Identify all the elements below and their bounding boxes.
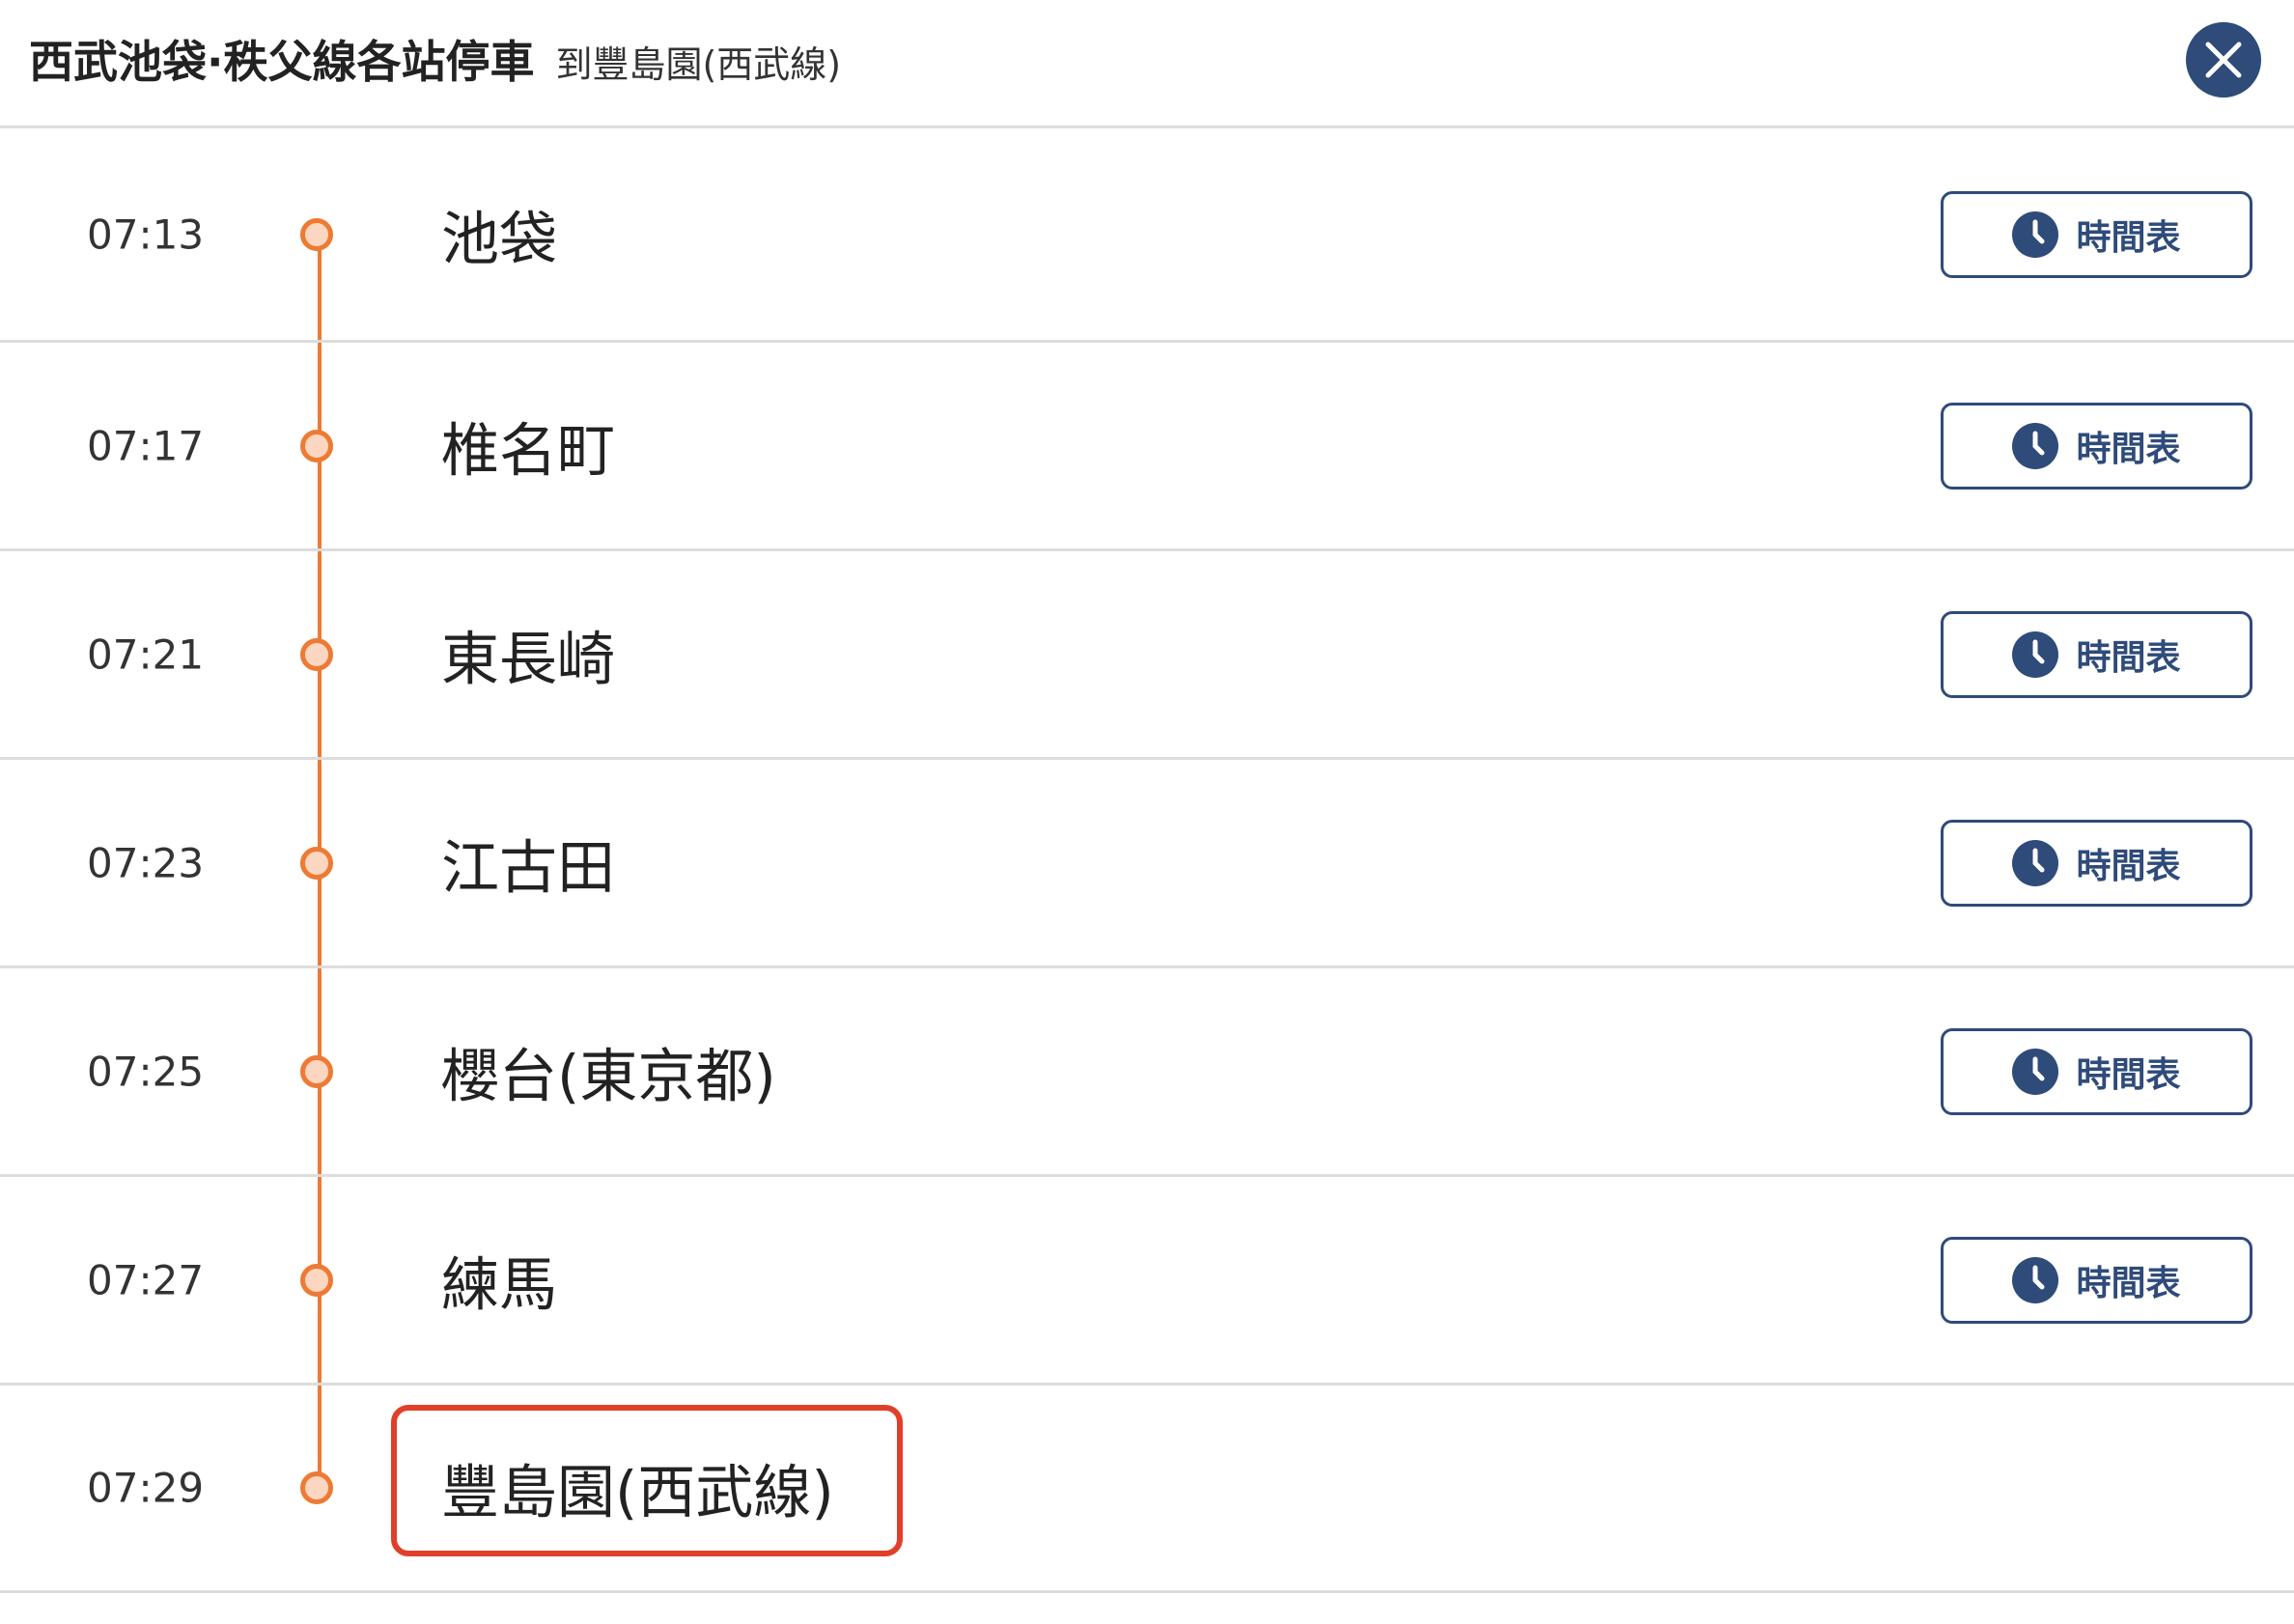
stop-dot	[300, 1471, 333, 1504]
timetable-button[interactable]: 時間表	[1941, 1236, 2252, 1324]
stop-time: 07:29	[87, 1464, 205, 1512]
station-name[interactable]: 練馬	[441, 1238, 557, 1322]
clock-icon	[2012, 1048, 2059, 1095]
timetable-button[interactable]: 時間表	[1941, 610, 2252, 698]
stop-row: 07:21 東長崎 時間表	[0, 551, 2294, 760]
clock-icon	[2012, 630, 2059, 678]
timetable-button[interactable]: 時間表	[1941, 1027, 2252, 1115]
header-bar: 西武池袋·秩父線各站停車 到豐島園(西武線)	[0, 0, 2294, 128]
close-icon	[2205, 42, 2242, 78]
clock-icon	[2012, 1256, 2059, 1303]
timetable-label: 時間表	[2076, 429, 2181, 469]
stop-time: 07:21	[87, 630, 205, 678]
station-name[interactable]: 椎名町	[441, 404, 615, 488]
stop-time: 07:27	[87, 1256, 205, 1303]
stop-dot	[300, 1054, 333, 1088]
timetable-label: 時間表	[2076, 637, 2181, 678]
stop-time: 07:23	[87, 839, 205, 886]
clock-icon	[2012, 210, 2059, 258]
timetable-button[interactable]: 時間表	[1941, 402, 2252, 490]
stop-row: 07:25 櫻台(東京都) 時間表	[0, 968, 2294, 1177]
timetable-label: 時間表	[2076, 1263, 2181, 1303]
clock-icon	[2012, 839, 2059, 886]
station-name[interactable]: 櫻台(東京都)	[441, 1029, 776, 1113]
station-name[interactable]: 東長崎	[441, 612, 615, 696]
clock-icon	[2012, 422, 2059, 469]
stop-dot	[300, 637, 333, 671]
stop-dot	[300, 846, 333, 880]
stop-row: 07:27 練馬 時間表	[0, 1177, 2294, 1386]
stop-dot	[300, 429, 333, 462]
timetable-button[interactable]: 時間表	[1941, 190, 2252, 278]
stop-time: 07:17	[87, 422, 205, 469]
destination-highlight	[391, 1405, 903, 1556]
page-title: 西武池袋·秩父線各站停車 到豐島園(西武線)	[29, 27, 841, 97]
station-name[interactable]: 江古田	[441, 821, 615, 905]
close-button[interactable]	[2186, 22, 2261, 98]
stop-dot	[300, 217, 333, 251]
timetable-label: 時間表	[2076, 217, 2181, 258]
stop-dot	[300, 1263, 333, 1297]
station-name[interactable]: 池袋	[441, 192, 557, 276]
stop-row: 07:17 椎名町 時間表	[0, 343, 2294, 551]
timetable-button[interactable]: 時間表	[1941, 819, 2252, 907]
stop-row: 07:23 江古田 時間表	[0, 760, 2294, 968]
route-destination: 到豐島園(西武線)	[555, 43, 842, 86]
route-title: 西武池袋·秩父線各站停車	[29, 36, 535, 88]
stop-time: 07:25	[87, 1048, 205, 1095]
timetable-label: 時間表	[2076, 1054, 2181, 1095]
stop-row: 07:29 豐島園(西武線)	[0, 1386, 2294, 1593]
timetable-label: 時間表	[2076, 846, 2181, 886]
stop-time: 07:13	[87, 210, 205, 258]
stop-row: 07:13 池袋 時間表	[0, 128, 2294, 343]
